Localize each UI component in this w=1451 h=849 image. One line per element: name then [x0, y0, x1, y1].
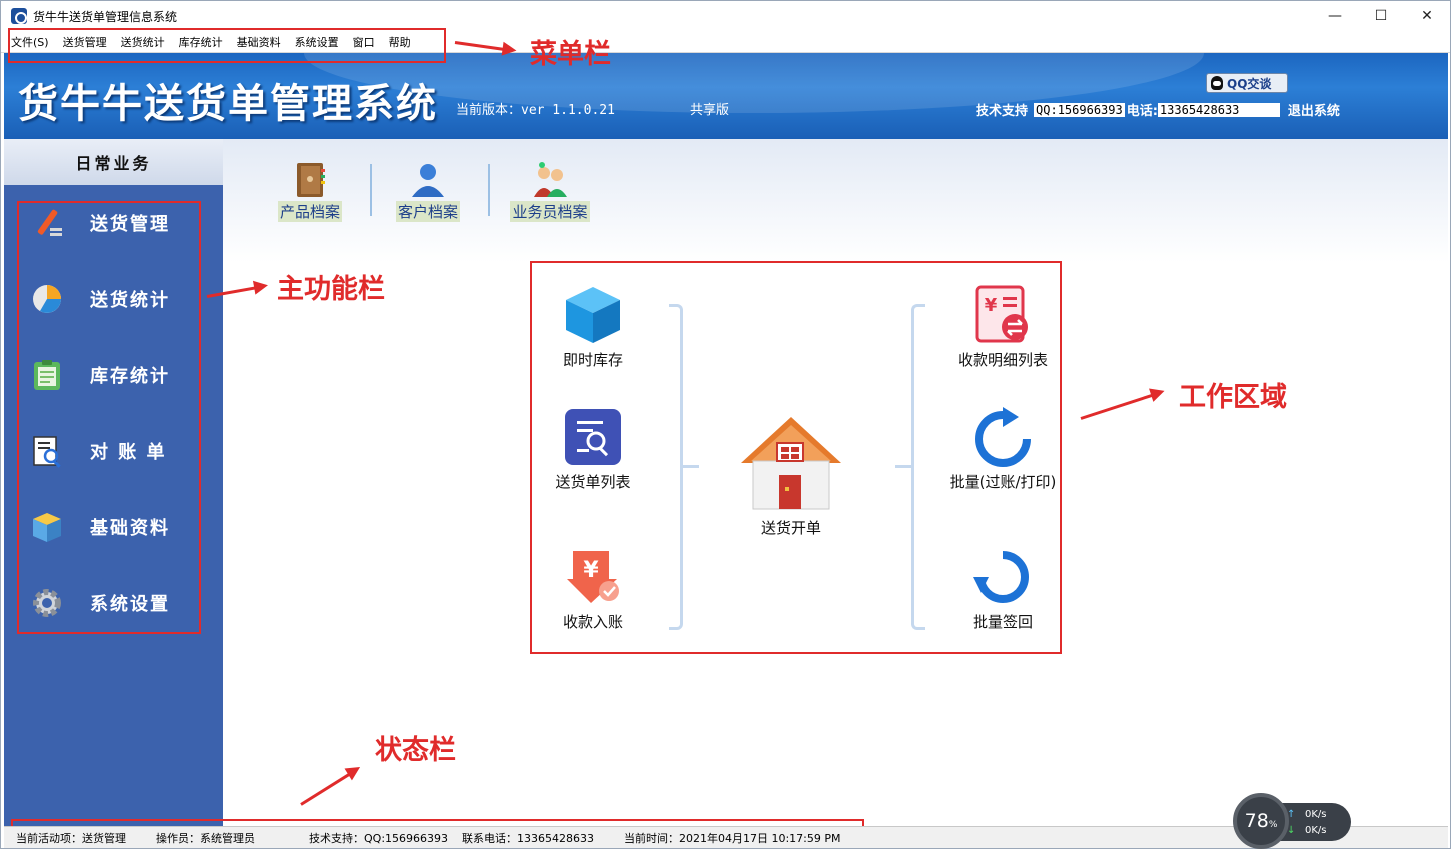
support-info: 技术支持 QQ:156966393 电话: 13365428633 退出系统	[976, 100, 1340, 119]
maximize-button[interactable]: ☐	[1358, 1, 1404, 31]
window-title: 货牛牛送货单管理信息系统	[33, 9, 178, 24]
minimize-button[interactable]: —	[1312, 1, 1358, 31]
qq-chat-button[interactable]: QQ交谈	[1206, 73, 1288, 93]
qq-chat-label: QQ交谈	[1227, 76, 1272, 91]
support-label: 技术支持	[976, 104, 1029, 119]
statusbar-annotation: 状态栏	[375, 735, 456, 766]
mainbar-annotation: 主功能栏	[277, 274, 385, 305]
status-active-item: 当前活动项：送货管理	[16, 831, 126, 845]
notebook-icon	[291, 161, 329, 199]
tel-label: 电话:	[1126, 104, 1158, 119]
download-speed: 0K/s	[1305, 825, 1327, 836]
tel-value: 13365428633	[1157, 102, 1280, 117]
menubar-highlight-box	[8, 28, 446, 63]
staff-icon	[531, 161, 569, 199]
memory-usage-unit: %	[1268, 820, 1278, 830]
close-button[interactable]: ✕	[1404, 1, 1450, 31]
memory-usage-ring: 78%	[1233, 793, 1289, 849]
window-controls: — ☐ ✕	[1312, 1, 1450, 31]
shortcut-label: 产品档案	[277, 201, 342, 222]
status-phone: 联系电话：13365428633	[462, 831, 594, 845]
workarea-annotation: 工作区域	[1179, 382, 1287, 413]
sidebar-header[interactable]: 日常业务	[4, 139, 223, 185]
qq-penguin-icon	[1211, 76, 1223, 90]
status-time: 当前时间：2021年04月17日 10:17:59 PM	[624, 831, 841, 845]
title-bar: 货牛牛送货单管理信息系统 — ☐ ✕	[1, 1, 1450, 31]
network-meter-widget[interactable]: ↑ 0K/s ↓ 0K/s 78%	[1233, 793, 1351, 849]
header-banner: 货牛牛送货单管理系统 当前版本：ver 1.1.0.21 共享版 QQ交谈 技术…	[4, 53, 1448, 139]
upload-speed: 0K/s	[1305, 809, 1327, 820]
status-bar: 当前活动项：送货管理 操作员：系统管理员 技术支持：QQ:156966393 联…	[4, 826, 1448, 848]
shortcut-label: 客户档案	[395, 201, 460, 222]
menubar-annotation: 菜单栏	[530, 39, 611, 70]
support-qq: QQ:156966393	[1034, 102, 1125, 117]
shortcut-product-archive[interactable]: 产品档案	[265, 161, 355, 222]
mainbar-highlight-box	[17, 201, 201, 634]
shortcut-label: 业务员档案	[510, 201, 590, 222]
banner-title: 货牛牛送货单管理系统	[18, 80, 438, 127]
app-logo-icon	[11, 8, 27, 24]
status-operator: 操作员：系统管理员	[156, 831, 255, 845]
shortcut-customer-archive[interactable]: 客户档案	[383, 161, 473, 222]
edition-label: 共享版	[690, 103, 730, 118]
shortcut-divider	[370, 164, 372, 216]
app-window: 货牛牛送货单管理信息系统 — ☐ ✕ 文件(S) 送货管理 送货统计 库存统计 …	[0, 0, 1451, 849]
workarea-highlight-box	[530, 261, 1062, 654]
shortcut-divider	[488, 164, 490, 216]
exit-system-link[interactable]: 退出系统	[1288, 100, 1340, 119]
users-icon	[409, 161, 447, 199]
status-support: 技术支持：QQ:156966393	[309, 831, 449, 845]
version-label: 当前版本：ver 1.1.0.21	[456, 103, 615, 118]
memory-usage-percent: 78	[1244, 810, 1269, 832]
shortcut-staff-archive[interactable]: 业务员档案	[505, 161, 595, 222]
